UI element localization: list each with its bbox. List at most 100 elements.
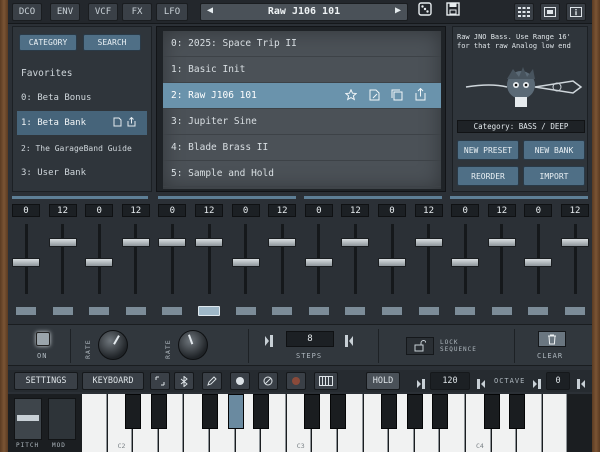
new-bank-button[interactable]: NEW BANK — [523, 140, 585, 160]
save-icon[interactable] — [446, 2, 460, 20]
black-key[interactable] — [381, 394, 398, 429]
clear-button[interactable] — [538, 331, 566, 347]
piano-icon[interactable] — [314, 372, 338, 390]
category-button[interactable]: CATEGORY — [19, 34, 77, 51]
preset-row-5[interactable]: 5: Sample and Hold — [163, 161, 441, 187]
tab-fx[interactable]: FX — [122, 3, 152, 21]
search-button[interactable]: SEARCH — [83, 34, 141, 51]
new-preset-button[interactable]: NEW PRESET — [457, 140, 519, 160]
step-toggle-button[interactable] — [307, 306, 330, 316]
tab-vcf[interactable]: VCF — [88, 3, 118, 21]
bank-item-2[interactable]: 2: The GarageBand Guide — [17, 136, 147, 160]
next-preset-button[interactable]: ▶ — [395, 5, 401, 16]
share-icon[interactable] — [415, 87, 426, 104]
lock-sequence-button[interactable] — [406, 337, 434, 355]
tab-lfo[interactable]: LFO — [156, 3, 188, 21]
pencil-icon[interactable] — [202, 372, 222, 390]
black-key[interactable] — [330, 394, 346, 429]
bank-item-3[interactable]: 3: User Bank — [17, 161, 147, 185]
bluetooth-icon[interactable] — [174, 372, 194, 390]
star-icon[interactable] — [344, 88, 358, 104]
stop-icon[interactable] — [258, 372, 278, 390]
octave-increment-button[interactable] — [576, 375, 586, 394]
step-fader-handle[interactable] — [378, 258, 406, 267]
tab-dco[interactable]: DCO — [12, 3, 42, 21]
preset-row-4[interactable]: 4: Blade Brass II — [163, 135, 441, 161]
keyboard-button[interactable]: KEYBOARD — [82, 372, 144, 390]
black-key[interactable] — [304, 394, 321, 429]
bank-item-1[interactable]: 1: Beta Bank — [17, 111, 147, 135]
step-fader-handle[interactable] — [304, 258, 333, 267]
bank-item-0[interactable]: 0: Beta Bonus — [17, 86, 147, 110]
tempo-decrement-button[interactable] — [416, 375, 426, 394]
step-toggle-button[interactable] — [417, 306, 440, 316]
window-icon[interactable] — [540, 3, 560, 21]
mod-wheel[interactable] — [48, 398, 76, 440]
rate-knob[interactable] — [178, 330, 208, 360]
step-toggle-button[interactable] — [271, 306, 294, 316]
step-toggle-button[interactable] — [161, 306, 184, 316]
grid-icon[interactable] — [514, 3, 534, 21]
step-fader-handle[interactable] — [341, 238, 370, 247]
step-fader-handle[interactable] — [158, 238, 187, 247]
step-fader-handle[interactable] — [85, 258, 114, 267]
octave-decrement-button[interactable] — [532, 375, 542, 394]
preset-row-1[interactable]: 1: Basic Init — [163, 57, 441, 83]
record-dot-icon[interactable] — [230, 372, 250, 390]
black-key[interactable] — [406, 394, 423, 429]
step-toggle-button[interactable] — [527, 306, 550, 316]
settings-button[interactable]: SETTINGS — [14, 372, 78, 390]
step-toggle-button[interactable] — [381, 306, 403, 316]
step-fader-handle[interactable] — [195, 238, 223, 247]
dice-randomize-icon[interactable] — [418, 2, 432, 20]
steps-decrement-button[interactable] — [264, 333, 274, 353]
step-toggle-button[interactable] — [51, 306, 74, 316]
black-key[interactable] — [150, 394, 167, 429]
step-toggle-button[interactable] — [234, 306, 257, 316]
black-key[interactable] — [432, 394, 449, 429]
step-fader-handle[interactable] — [268, 238, 297, 247]
black-key[interactable] — [125, 394, 142, 429]
info-icon[interactable] — [566, 3, 586, 21]
step-toggle-button[interactable] — [15, 306, 37, 316]
step-toggle-button[interactable] — [490, 306, 513, 316]
step-fader-handle[interactable] — [414, 238, 443, 247]
resize-icon[interactable] — [150, 372, 170, 390]
step-toggle-button[interactable] — [454, 306, 477, 316]
step-fader-handle[interactable] — [231, 258, 260, 267]
steps-increment-button[interactable] — [344, 333, 354, 353]
step-toggle-button[interactable] — [198, 306, 220, 316]
preset-row-3[interactable]: 3: Jupiter Sine — [163, 109, 441, 135]
step-fader-handle[interactable] — [121, 238, 150, 247]
pitch-wheel[interactable] — [14, 398, 42, 440]
step-toggle-button[interactable] — [124, 306, 147, 316]
step-toggle-button[interactable] — [88, 306, 111, 316]
power-led-button[interactable] — [36, 332, 50, 346]
rate-knob[interactable] — [98, 330, 128, 360]
rename-icon[interactable] — [369, 89, 380, 104]
tempo-increment-button[interactable] — [476, 375, 486, 394]
reorder-button[interactable]: REORDER — [457, 166, 519, 186]
black-key[interactable] — [509, 394, 526, 429]
import-button[interactable]: IMPORT — [523, 166, 585, 186]
step-fader-handle[interactable] — [487, 238, 516, 247]
duplicate-icon[interactable] — [391, 89, 403, 104]
step-fader-handle[interactable] — [451, 258, 480, 267]
black-key[interactable] — [227, 394, 244, 429]
edit-icon[interactable] — [113, 117, 122, 130]
white-key[interactable] — [542, 394, 568, 452]
black-key[interactable] — [253, 394, 270, 429]
step-toggle-button[interactable] — [344, 306, 367, 316]
preset-row-0[interactable]: 0: 2025: Space Trip II — [163, 31, 441, 57]
white-key[interactable] — [82, 394, 107, 452]
step-fader-handle[interactable] — [48, 238, 77, 247]
share-icon[interactable] — [127, 116, 136, 130]
tab-env[interactable]: ENV — [50, 3, 80, 21]
hold-button[interactable]: HOLD — [366, 372, 400, 390]
step-fader-handle[interactable] — [12, 258, 40, 267]
record-button-icon[interactable] — [286, 372, 306, 390]
step-toggle-button[interactable] — [564, 306, 586, 316]
black-key[interactable] — [202, 394, 218, 429]
step-fader-handle[interactable] — [561, 238, 589, 247]
step-fader-handle[interactable] — [524, 258, 553, 267]
